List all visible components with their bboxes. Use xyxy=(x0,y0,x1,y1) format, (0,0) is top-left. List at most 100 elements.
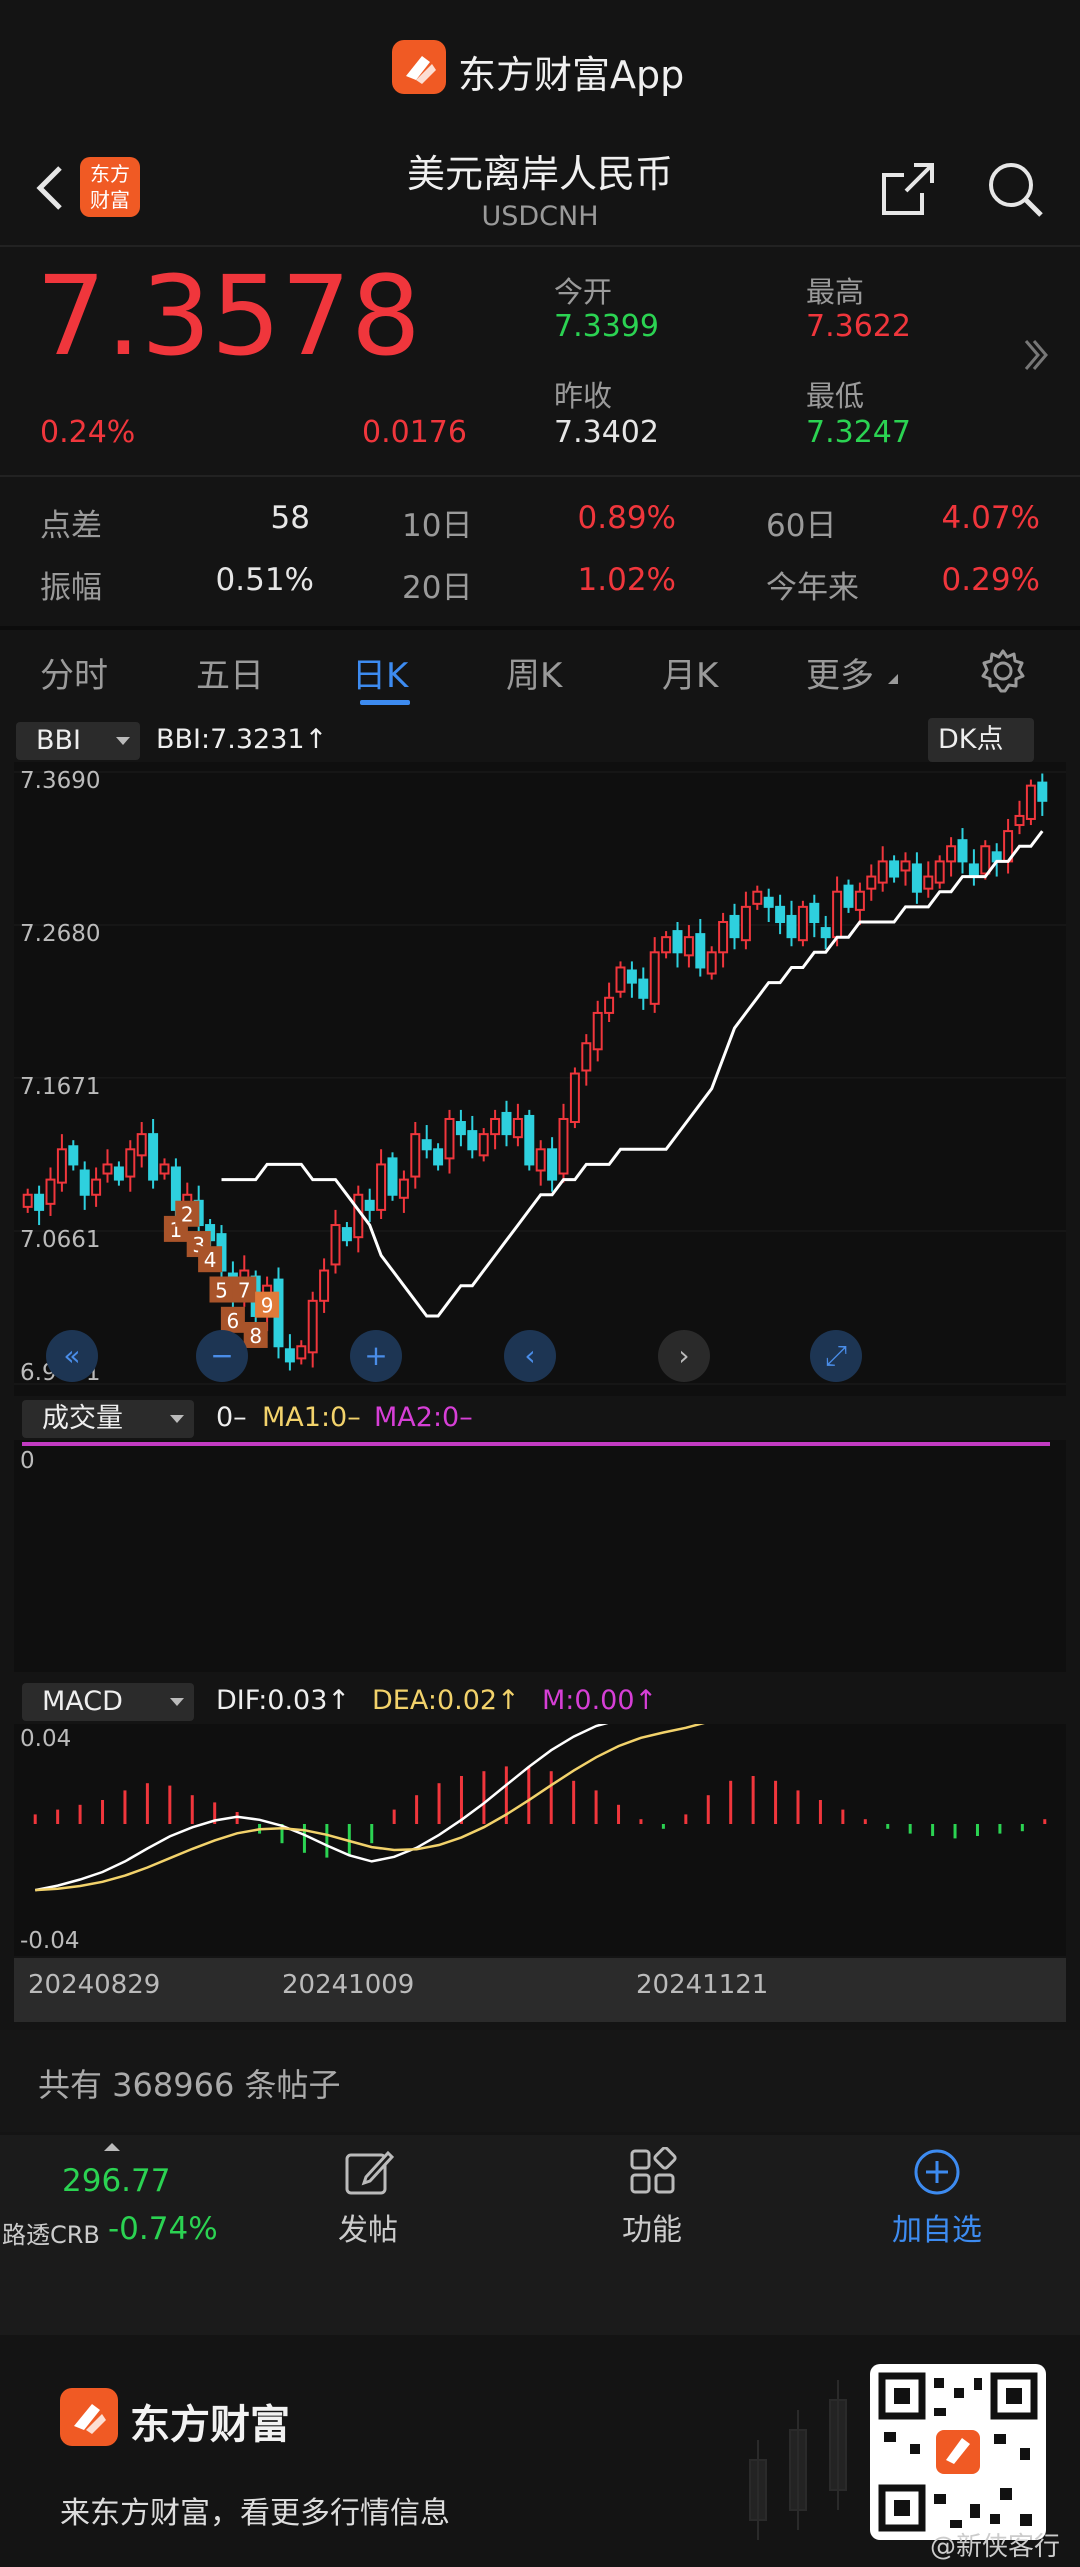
candle xyxy=(296,1345,307,1360)
app-logo-icon xyxy=(392,40,446,94)
tab-daily-k[interactable]: 日K xyxy=(352,648,408,697)
candle xyxy=(843,884,854,908)
dropdown-arrow-icon xyxy=(170,1415,184,1423)
candle xyxy=(649,951,660,1005)
candle xyxy=(809,902,820,924)
volume-indicator-select[interactable]: 成交量 xyxy=(22,1400,194,1438)
candle xyxy=(159,1163,170,1175)
tab-more[interactable]: 更多 xyxy=(806,648,874,697)
stat-label: 20日 xyxy=(402,570,473,606)
watermark: @新侠客行 xyxy=(930,2532,1061,2562)
candle xyxy=(695,933,706,969)
candle xyxy=(683,936,694,957)
candle xyxy=(889,860,900,878)
dropdown-arrow-icon xyxy=(170,1698,184,1706)
rewind-icon[interactable]: « xyxy=(46,1330,98,1382)
add-watchlist-label[interactable]: 加自选 xyxy=(892,2205,982,2249)
crb-value[interactable]: 296.77 xyxy=(62,2163,170,2199)
zoom-in-icon[interactable]: + xyxy=(350,1330,402,1382)
candle xyxy=(797,905,808,942)
td-mark: 4 xyxy=(204,1248,217,1272)
candle xyxy=(364,1199,375,1211)
qr-code[interactable] xyxy=(870,2364,1046,2540)
dropdown-arrow-icon xyxy=(116,737,130,745)
active-tab-indicator xyxy=(360,700,410,705)
stat-label: 10日 xyxy=(402,508,473,544)
stats-grid: 点差 58 10日 0.89% 60日 4.07% 振幅 0.51% 20日 1… xyxy=(0,476,1080,626)
posts-bar[interactable]: 共有 368966 条帖子 xyxy=(0,2030,1080,2132)
candle xyxy=(547,1148,558,1181)
candle xyxy=(148,1133,159,1181)
candle xyxy=(604,996,615,1014)
volume-ma2: MA2:0– xyxy=(374,1402,473,1433)
candle xyxy=(661,936,672,954)
candle xyxy=(569,1072,580,1124)
low-label: 最低 xyxy=(806,379,865,413)
price-tick-label: 7.2680 xyxy=(20,921,101,948)
stat-value: 0.89% xyxy=(577,500,676,536)
tab-intraday[interactable]: 分时 xyxy=(40,648,108,697)
tab-monthly-k[interactable]: 月K xyxy=(662,648,718,697)
candle xyxy=(68,1145,79,1166)
dk-point-button[interactable]: DK点 xyxy=(928,718,1034,762)
scroll-right-icon[interactable]: › xyxy=(658,1330,710,1382)
share-icon[interactable] xyxy=(878,159,938,223)
candle xyxy=(877,860,888,884)
candlestick-chart[interactable]: 123456789 xyxy=(14,762,1066,1396)
macd-chart xyxy=(14,1724,1066,1956)
td-mark: 2 xyxy=(181,1203,194,1227)
candle xyxy=(387,1157,398,1196)
zoom-out-icon[interactable]: − xyxy=(196,1330,248,1382)
features-grid-icon[interactable] xyxy=(628,2146,678,2201)
scroll-left-icon[interactable]: ‹ xyxy=(504,1330,556,1382)
candle xyxy=(775,905,786,924)
stat-label: 今年来 xyxy=(766,570,859,606)
indicator-name: BBI xyxy=(36,725,82,756)
candle xyxy=(763,896,774,908)
stat-value: 4.07% xyxy=(941,500,1040,536)
stat-label: 点差 xyxy=(40,508,102,544)
stat-value: 0.51% xyxy=(215,562,314,598)
change-pct: 0.24% xyxy=(40,415,136,450)
candle xyxy=(980,845,991,875)
app-title: 东方财富App xyxy=(458,53,685,97)
fullscreen-icon[interactable]: ⤢ xyxy=(810,1330,862,1382)
edit-post-icon[interactable] xyxy=(344,2147,395,2201)
candle xyxy=(592,1011,603,1051)
add-watchlist-icon[interactable] xyxy=(912,2147,962,2201)
candle xyxy=(1025,784,1036,820)
candle xyxy=(45,1178,56,1205)
macd-m: M:0.00↑ xyxy=(542,1685,658,1716)
candle xyxy=(56,1148,67,1184)
post-label[interactable]: 发帖 xyxy=(338,2205,398,2249)
td-mark: 7 xyxy=(238,1279,251,1303)
candle xyxy=(524,1114,535,1166)
last-price: 7.3578 xyxy=(36,252,421,380)
date-tick: 20241009 xyxy=(282,1970,415,2000)
price-tick-label: 7.3690 xyxy=(20,768,101,794)
candle xyxy=(34,1193,45,1211)
search-icon[interactable] xyxy=(985,159,1045,223)
main-indicator-select[interactable]: BBI xyxy=(16,722,140,760)
macd-indicator-select[interactable]: MACD xyxy=(22,1683,194,1721)
settings-gear-icon[interactable] xyxy=(980,648,1026,698)
candle xyxy=(729,914,740,939)
candle xyxy=(946,845,957,863)
tab-weekly-k[interactable]: 周K xyxy=(506,648,562,697)
date-tick: 20240829 xyxy=(28,1970,161,2000)
candle xyxy=(512,1117,523,1139)
candle xyxy=(900,860,911,872)
tab-five-day[interactable]: 五日 xyxy=(196,648,264,697)
features-label[interactable]: 功能 xyxy=(622,2205,682,2249)
price-tick-label: 7.1671 xyxy=(20,1073,101,1100)
macd-axis-top: 0.04 xyxy=(20,1726,72,1752)
crb-label[interactable]: 路透CRB xyxy=(2,2215,100,2250)
candle xyxy=(923,875,934,890)
macd-label: MACD xyxy=(42,1686,123,1717)
crb-change[interactable]: -0.74% xyxy=(108,2211,218,2247)
candle xyxy=(444,1117,455,1160)
expand-chevron-icon[interactable] xyxy=(1020,335,1050,379)
td-mark: 6 xyxy=(227,1309,240,1333)
candle xyxy=(125,1148,136,1178)
volume-axis-label: 0 xyxy=(20,1448,35,1474)
